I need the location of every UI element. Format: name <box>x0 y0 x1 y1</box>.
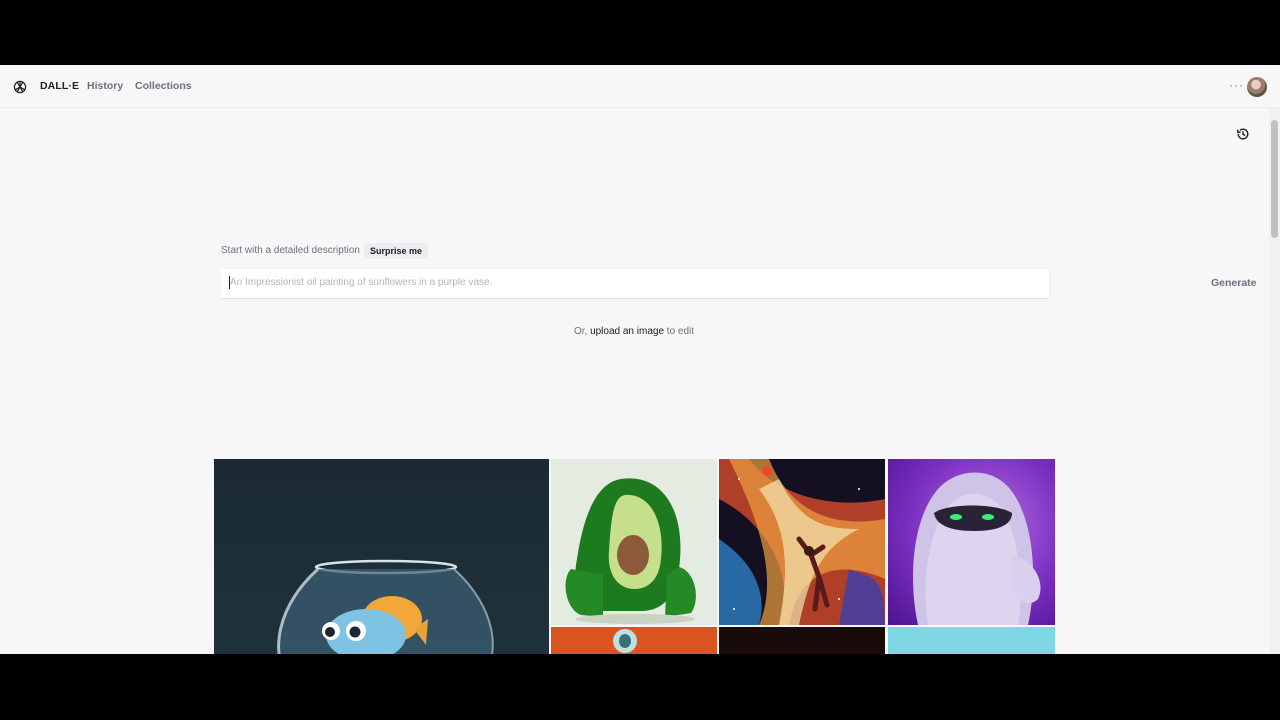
openai-logo-icon[interactable] <box>12 79 28 95</box>
gallery-tile-dark[interactable] <box>719 627 885 654</box>
scrollbar-thumb[interactable] <box>1271 120 1278 238</box>
gallery-tile-fish[interactable] <box>214 459 549 654</box>
upload-image-link[interactable]: upload an image <box>590 326 664 337</box>
gallery-tile-galaxy[interactable] <box>719 459 885 625</box>
gallery-tile-orange[interactable] <box>551 627 717 654</box>
nav-link-history[interactable]: History <box>87 80 123 92</box>
nav-link-collections[interactable]: Collections <box>135 80 192 92</box>
avatar[interactable] <box>1247 77 1267 97</box>
prompt-label: Start with a detailed description <box>221 245 360 256</box>
gallery-tile-avocado[interactable] <box>551 459 717 625</box>
upload-suffix: to edit <box>666 326 695 337</box>
prompt-input[interactable] <box>230 277 970 288</box>
brand-title[interactable]: DALL·E <box>40 80 79 92</box>
top-nav: DALL·E History Collections ··· <box>0 65 1280 108</box>
letterbox-top <box>0 0 1280 65</box>
gallery-tile-yeti[interactable] <box>888 459 1055 625</box>
page-scrollbar[interactable] <box>1269 108 1280 654</box>
example-gallery <box>214 459 1056 654</box>
history-icon[interactable] <box>1235 126 1251 142</box>
surprise-me-button[interactable]: Surprise me <box>364 243 429 259</box>
generate-button[interactable]: Generate <box>1211 277 1257 289</box>
upload-line: Or, upload an image to edit <box>0 326 1268 337</box>
letterbox-bottom <box>0 654 1280 720</box>
more-icon[interactable]: ··· <box>1229 78 1244 92</box>
upload-prefix: Or, <box>573 326 588 337</box>
gallery-tile-cyan[interactable] <box>888 627 1055 654</box>
prompt-box: Generate <box>221 269 1257 299</box>
dalle-app: DALL·E History Collections ··· Start wit… <box>0 65 1280 654</box>
